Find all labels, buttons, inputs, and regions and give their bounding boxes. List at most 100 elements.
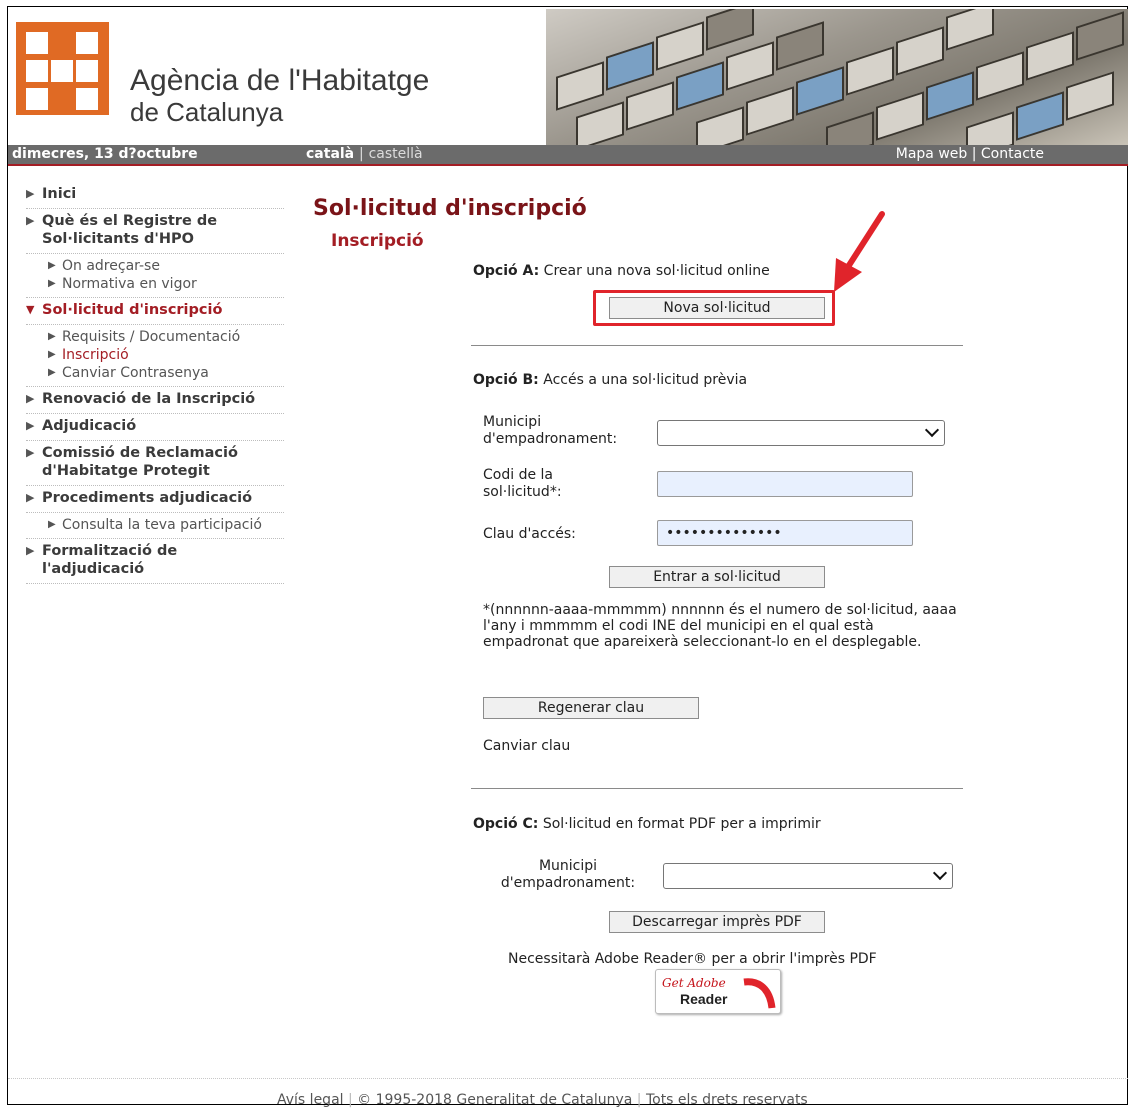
- option-c-text: Opció C: Sol·licitud en format PDF per a…: [473, 816, 821, 832]
- sidebar-item-label: Sol·licitud d'inscripció: [42, 302, 223, 318]
- sidebar-item-solicitud[interactable]: ▼ Sol·licitud d'inscripció: [26, 298, 284, 325]
- section-divider: [471, 788, 963, 789]
- option-c-heading: Opció C:: [473, 816, 539, 832]
- brand-region: de Catalunya: [130, 97, 284, 127]
- sidebar-subgroup: ▶ On adreçar-se ▶ Normativa en vigor: [26, 254, 284, 298]
- sidebar-item-renovacio[interactable]: ▶ Renovació de la Inscripció: [26, 387, 284, 414]
- lang-castella-link[interactable]: castellà: [369, 146, 423, 162]
- footer-separator: |: [348, 1092, 353, 1108]
- caret-right-icon: ▶: [26, 446, 35, 459]
- site-links[interactable]: Mapa web | Contacte: [896, 146, 1044, 162]
- footer: Avís legal | © 1995-2018 Generalitat de …: [277, 1092, 808, 1108]
- chevron-down-icon: [924, 422, 940, 438]
- sidebar-subitem-adrecar[interactable]: ▶ On adreçar-se: [26, 257, 284, 275]
- adobe-reader-text: Reader: [680, 991, 728, 1007]
- municipi-label: Municipi d'empadronament:: [483, 414, 618, 447]
- caret-right-icon: ▶: [26, 544, 35, 557]
- sidebar-subitem-requisits[interactable]: ▶ Requisits / Documentació: [26, 328, 284, 346]
- caret-right-icon: ▶: [26, 491, 35, 504]
- sidebar-item-adjudicacio[interactable]: ▶ Adjudicació: [26, 414, 284, 441]
- sidebar-item-label: Formalització de l'adjudicació: [42, 543, 178, 577]
- logo-square: [26, 32, 48, 54]
- option-a-heading: Opció A:: [473, 263, 540, 279]
- option-b-description: Accés a una sol·licitud prèvia: [543, 372, 748, 388]
- chevron-down-icon: [932, 865, 948, 881]
- sidebar-item-label: Normativa en vigor: [62, 276, 197, 292]
- caret-down-icon: ▼: [26, 303, 35, 316]
- copyright-text: © 1995-2018 Generalitat de Catalunya: [357, 1092, 633, 1108]
- highlight-box: [593, 290, 835, 326]
- legal-link[interactable]: Avís legal: [277, 1092, 344, 1108]
- sidebar-item-formalitzacio[interactable]: ▶ Formalització de l'adjudicació: [26, 539, 284, 584]
- sidebar-item-label: On adreçar-se: [62, 258, 160, 274]
- footer-separator: |: [636, 1092, 642, 1108]
- option-b-text: Opció B: Accés a una sol·licitud prèvia: [473, 372, 747, 388]
- codi-label: Codi de la sol·licitud*:: [483, 467, 562, 500]
- get-adobe-reader-badge[interactable]: Get Adobe Reader: [655, 969, 781, 1014]
- caret-right-icon: ▶: [26, 419, 35, 432]
- sidebar-nav: ▶ Inici ▶ Què és el Registre de Sol·lici…: [26, 182, 284, 584]
- sidebar-item-label: Inscripció: [62, 347, 129, 363]
- code-format-note: *(nnnnnn-aaaa-mmmmm) nnnnnn és el numero…: [483, 602, 957, 650]
- logo-square: [76, 60, 98, 82]
- logo-square: [51, 60, 73, 82]
- sidebar-item-label: Renovació de la Inscripció: [42, 391, 256, 407]
- lang-catala-link[interactable]: català: [306, 146, 354, 162]
- caret-right-icon: ▶: [48, 278, 56, 289]
- sidebar-item-registre[interactable]: ▶ Què és el Registre de Sol·licitants d'…: [26, 209, 284, 254]
- brand-name: Agència de l'Habitatge: [130, 64, 430, 97]
- option-c-description: Sol·licitud en format PDF per a imprimir: [542, 816, 821, 832]
- rights-text: Tots els drets reservats: [645, 1092, 808, 1108]
- sidebar-item-label: Canviar Contrasenya: [62, 365, 209, 381]
- sidebar-subitem-contrasenya[interactable]: ▶ Canviar Contrasenya: [26, 364, 284, 382]
- caret-right-icon: ▶: [48, 349, 56, 360]
- download-pdf-button[interactable]: Descarregar imprès PDF: [609, 911, 825, 933]
- clau-acces-input[interactable]: ••••••••••••••: [657, 520, 913, 546]
- adobe-get-text: Get Adobe: [662, 976, 726, 990]
- logo-square: [26, 88, 48, 110]
- sidebar-subgroup: ▶ Requisits / Documentació ▶ Inscripció …: [26, 325, 284, 387]
- caret-right-icon: ▶: [48, 519, 56, 530]
- footer-divider: [8, 1078, 1128, 1080]
- sidebar-subgroup: ▶ Consulta la teva participació: [26, 513, 284, 539]
- section-divider: [471, 345, 963, 346]
- option-a-text: Opció A: Crear una nova sol·licitud onli…: [473, 263, 770, 279]
- adobe-logo-icon: [743, 978, 776, 1009]
- logo-square: [26, 60, 48, 82]
- top-navbar: dimecres, 13 d?octubre català | castellà…: [8, 145, 1128, 166]
- adobe-reader-note: Necessitarà Adobe Reader® per a obrir l'…: [508, 951, 877, 967]
- sidebar-item-procediments[interactable]: ▶ Procediments adjudicació: [26, 486, 284, 513]
- option-b-heading: Opció B:: [473, 372, 539, 388]
- sidebar-item-label: Què és el Registre de Sol·licitants d'HP…: [42, 213, 218, 247]
- sidebar-subitem-consulta[interactable]: ▶ Consulta la teva participació: [26, 516, 284, 534]
- municipi-select[interactable]: [657, 420, 945, 446]
- agency-logo[interactable]: [16, 22, 109, 115]
- sidebar-item-label: Inici: [42, 186, 77, 202]
- red-arrow-icon: [834, 211, 885, 292]
- sidebar-item-comissio[interactable]: ▶ Comissió de Reclamació d'Habitatge Pro…: [26, 441, 284, 486]
- sidebar-item-label: Consulta la teva participació: [62, 517, 262, 533]
- clau-label: Clau d'accés:: [483, 526, 576, 542]
- sidebar-item-inici[interactable]: ▶ Inici: [26, 182, 284, 209]
- language-switcher: català | castellà: [306, 146, 423, 162]
- caret-right-icon: ▶: [48, 331, 56, 342]
- municipi-pdf-label: Municipi d'empadronament:: [500, 858, 636, 891]
- municipi-pdf-select[interactable]: [663, 863, 953, 889]
- page-title: Sol·licitud d'inscripció: [313, 196, 587, 221]
- sidebar-item-label: Comissió de Reclamació d'Habitatge Prote…: [42, 445, 238, 479]
- sidebar-item-label: Requisits / Documentació: [62, 329, 241, 345]
- sidebar-subitem-normativa[interactable]: ▶ Normativa en vigor: [26, 275, 284, 293]
- caret-right-icon: ▶: [26, 392, 35, 405]
- logo-square: [76, 88, 98, 110]
- option-a-description: Crear una nova sol·licitud online: [543, 263, 770, 279]
- sidebar-subitem-inscripcio[interactable]: ▶ Inscripció: [26, 346, 284, 364]
- current-date: dimecres, 13 d?octubre: [12, 146, 198, 162]
- change-key-link[interactable]: Canviar clau: [483, 738, 570, 754]
- caret-right-icon: ▶: [26, 214, 35, 227]
- regenerate-key-button[interactable]: Regenerar clau: [483, 697, 699, 719]
- logo-square: [76, 32, 98, 54]
- enter-request-button[interactable]: Entrar a sol·licitud: [609, 566, 825, 588]
- codi-solicitud-input[interactable]: [657, 471, 913, 497]
- lang-separator: |: [359, 146, 364, 162]
- caret-right-icon: ▶: [48, 260, 56, 271]
